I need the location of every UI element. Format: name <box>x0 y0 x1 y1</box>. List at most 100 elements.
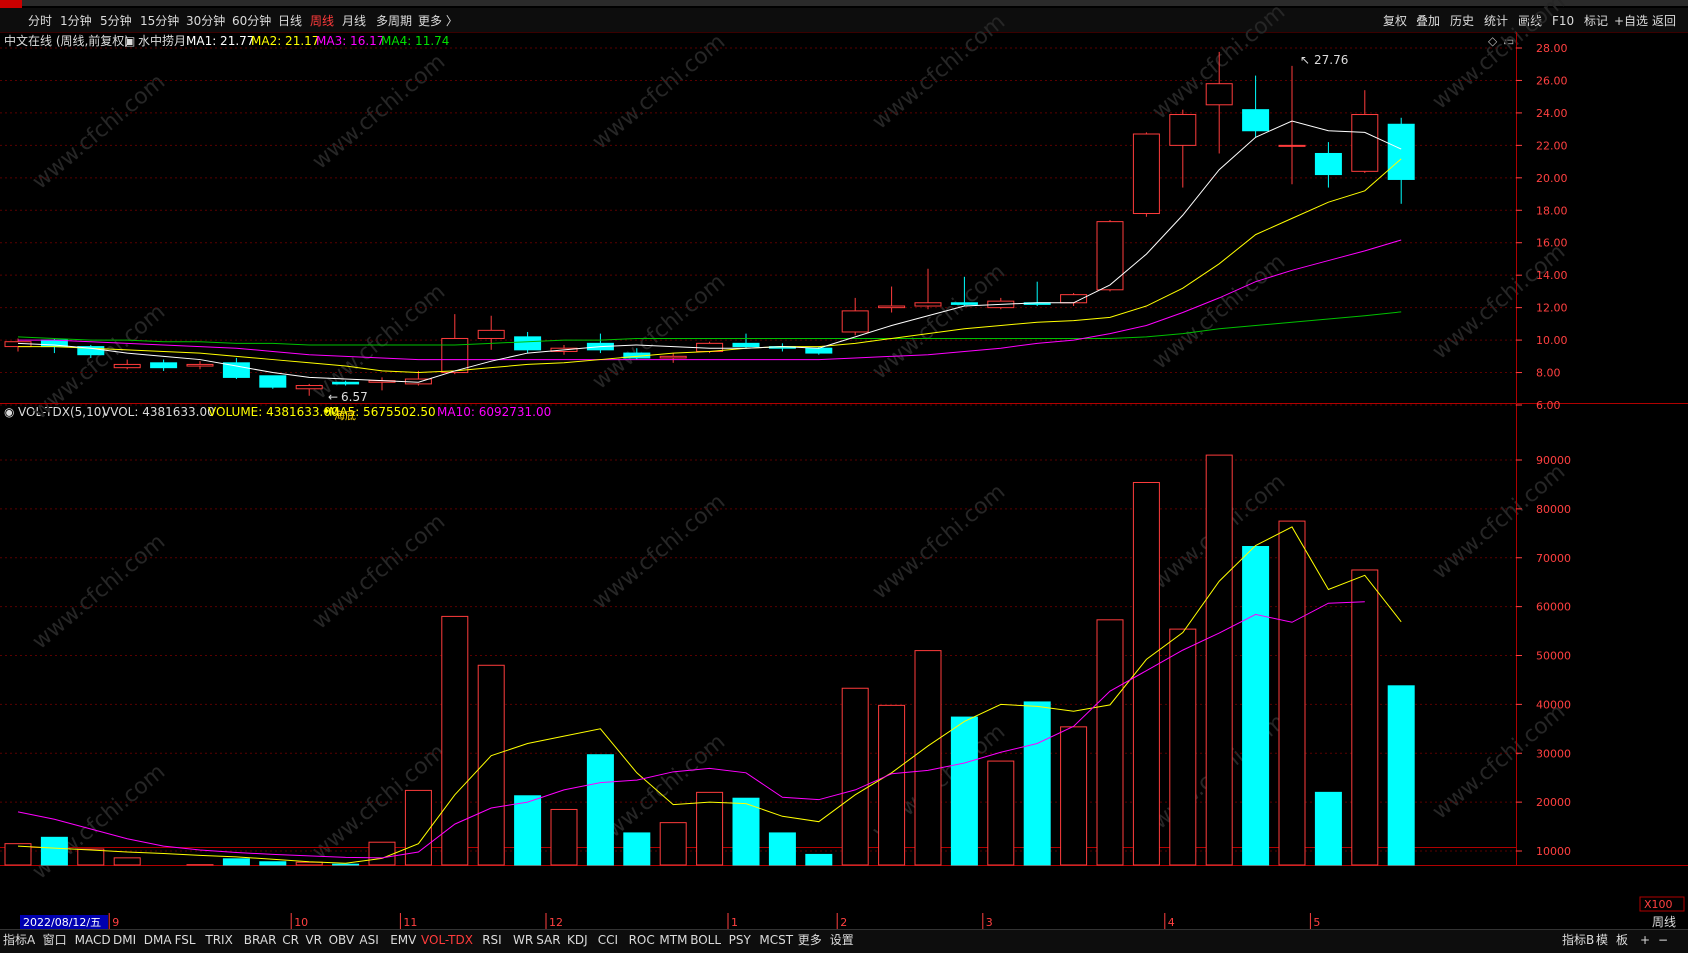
candle-body <box>1388 124 1414 179</box>
indicator-tab[interactable]: MCST <box>759 932 793 949</box>
month-label: 5 <box>1313 916 1320 929</box>
bottom-signal-label: 海底 <box>334 408 356 422</box>
month-label: 2 <box>840 916 847 929</box>
volume-bar <box>1206 455 1232 865</box>
volume-tick-label: 30000 <box>1536 747 1571 760</box>
volume-bar <box>78 849 104 865</box>
watermark-text: www.cfchi.com <box>868 9 1010 134</box>
candle-body <box>1206 84 1232 105</box>
indicator-tab[interactable]: 窗口 <box>43 932 67 949</box>
indicator-tab[interactable]: MACD <box>75 932 111 949</box>
indicator-tab[interactable]: PSY <box>729 932 751 949</box>
volume-tick-label: 40000 <box>1536 698 1571 711</box>
volume-bar <box>988 761 1014 865</box>
month-label: 12 <box>549 916 563 929</box>
watermark-text: www.cfchi.com <box>588 269 730 394</box>
watermark-text: www.cfchi.com <box>308 509 450 634</box>
candle-body <box>1352 115 1378 172</box>
volume-tick-label: 60000 <box>1536 601 1571 614</box>
indicator-tab[interactable]: RSI <box>482 932 502 949</box>
indicator-tab[interactable]: OBV <box>329 932 355 949</box>
volume-bar <box>260 862 286 865</box>
indicator-tab[interactable]: 指标A <box>3 932 35 949</box>
indicator-tab[interactable]: DMA <box>144 932 172 949</box>
volume-bar <box>1279 521 1305 865</box>
watermark-text: www.cfchi.com <box>868 259 1010 384</box>
candle-body <box>223 363 249 378</box>
volume-bar <box>915 651 941 865</box>
indicator-tab[interactable]: CR <box>282 932 299 949</box>
month-label: 3 <box>986 916 993 929</box>
candle-body <box>915 303 941 306</box>
watermark-text: www.cfchi.com <box>28 299 170 424</box>
candle-body <box>951 303 977 305</box>
volume-bar <box>41 837 67 865</box>
indicator-tab[interactable]: BOLL <box>690 932 721 949</box>
candle-body <box>733 343 759 346</box>
watermark-text: www.cfchi.com <box>588 489 730 614</box>
candle-body <box>1315 153 1341 174</box>
volume-tick-label: 90000 <box>1536 454 1571 467</box>
indicator-tab[interactable]: CCI <box>598 932 618 949</box>
candle-body <box>1170 115 1196 146</box>
watermark-text: www.cfchi.com <box>588 29 730 154</box>
candle-body <box>151 363 177 368</box>
price-tick-label: 20.00 <box>1536 172 1568 185</box>
panel-control[interactable]: − <box>1658 932 1668 949</box>
panel-control[interactable]: 指标B <box>1562 932 1594 949</box>
volume-bar <box>697 792 723 865</box>
date-axis: 910111212345 <box>109 913 1320 929</box>
volume-tick-label: 80000 <box>1536 503 1571 516</box>
volume-bar <box>587 755 613 865</box>
candle-body <box>1279 145 1305 146</box>
current-date: 2022/08/12/五 <box>23 916 101 929</box>
volume-bar <box>515 796 541 865</box>
volume-bar <box>1388 686 1414 865</box>
price-axis: 28.0026.0024.0022.0020.0018.0016.0014.00… <box>1516 42 1568 412</box>
indicator-tab[interactable]: KDJ <box>567 932 588 949</box>
kline-chart[interactable]: www.cfchi.com www.cfchi.com www.cfchi.com w… <box>0 0 1688 952</box>
month-label: 11 <box>403 916 417 929</box>
indicator-tab[interactable]: DMI <box>113 932 136 949</box>
high-arrow-icon: ↖ <box>1300 53 1310 67</box>
panel-control[interactable]: + <box>1640 932 1650 949</box>
volume-tick-label: 20000 <box>1536 796 1571 809</box>
watermark-text: www.cfchi.com <box>868 479 1010 604</box>
watermark-text: www.cfchi.com <box>1428 0 1570 115</box>
indicator-tab[interactable]: SAR <box>536 932 560 949</box>
month-label: 1 <box>731 916 738 929</box>
indicator-tab[interactable]: VOL-TDX <box>421 932 473 949</box>
candle-body <box>260 376 286 387</box>
volume-bar <box>1243 547 1269 865</box>
candle-body <box>187 364 213 366</box>
volume-bar <box>1133 482 1159 865</box>
indicator-tab[interactable]: 更多 <box>798 932 822 949</box>
watermark-text: www.cfchi.com <box>1428 459 1570 584</box>
candle-body <box>1243 110 1269 131</box>
indicator-tab[interactable]: EMV <box>390 932 416 949</box>
volume-bar <box>879 705 905 865</box>
indicator-tab[interactable]: ASI <box>359 932 378 949</box>
indicator-tab[interactable]: 设置 <box>830 932 854 949</box>
indicator-tab[interactable]: TRIX <box>205 932 232 949</box>
price-tick-label: 18.00 <box>1536 204 1568 217</box>
volume-bar <box>624 833 650 865</box>
indicator-tab[interactable]: FSL <box>175 932 196 949</box>
volume-tick-label: 10000 <box>1536 845 1571 858</box>
watermark-text: www.cfchi.com <box>308 49 450 174</box>
volume-bar <box>114 858 140 865</box>
indicator-tab[interactable]: BRAR <box>244 932 277 949</box>
volume-tick-label: 50000 <box>1536 650 1571 663</box>
indicator-tab[interactable]: VR <box>305 932 322 949</box>
panel-control[interactable]: 板 <box>1616 932 1628 949</box>
indicator-tab[interactable]: WR <box>513 932 533 949</box>
panel-control[interactable]: 模 <box>1596 932 1608 949</box>
price-tick-label: 28.00 <box>1536 42 1568 55</box>
indicator-tab[interactable]: MTM <box>659 932 687 949</box>
price-tick-label: 6.00 <box>1536 399 1561 412</box>
volume-unit: X100 <box>1644 898 1673 911</box>
indicator-tab[interactable]: ROC <box>629 932 655 949</box>
candle-body <box>842 311 868 332</box>
period-indicator: 周线 <box>1652 915 1676 929</box>
watermark-text: www.cfchi.com <box>1148 249 1290 374</box>
